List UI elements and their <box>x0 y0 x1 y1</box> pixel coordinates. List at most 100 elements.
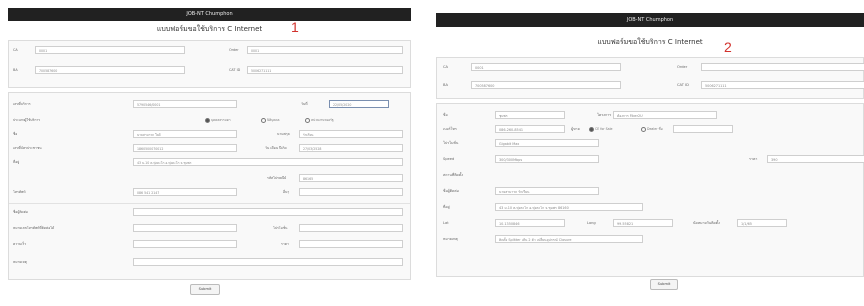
phone-field[interactable]: 086-260-8541 <box>495 125 565 133</box>
radio-ce-for-sale[interactable]: CE for Sale <box>589 125 612 133</box>
speed-field[interactable]: 300/300Mbps <box>495 155 599 163</box>
radio-dealer-label: Dealer ชื่อ <box>647 127 663 131</box>
form-title: แบบฟอร์มขอใช้บริการ C Internet <box>597 38 703 46</box>
note-field[interactable]: ติดตั้ง Splitter เส้น 2 ตัว เปลี่ยนอุปกร… <box>495 235 643 243</box>
appt-field[interactable]: 1/1/65 <box>737 219 787 227</box>
contact-field[interactable] <box>133 208 403 216</box>
radio-government-label: หน่วยงานของรัฐ <box>311 118 334 122</box>
address-label: ที่อยู่ <box>443 205 450 209</box>
lat-field[interactable]: 10.1350846 <box>495 219 565 227</box>
ba-label: BA <box>13 68 18 72</box>
catid-label: CAT ID <box>229 68 241 72</box>
phone-field[interactable]: 086 541 2147 <box>133 188 237 196</box>
note-field[interactable] <box>133 258 403 266</box>
submit-button[interactable]: Submit <box>650 279 678 290</box>
radio-dot-selected-icon <box>205 117 210 123</box>
contact-field[interactable]: นายสามารถ รักเรียน <box>495 187 599 195</box>
order-label: Order <box>677 65 688 69</box>
price-field[interactable]: 390 <box>767 155 864 163</box>
service-panel: ชื่อ ชุมพร โครงการ ต้องการ Fiber2U เบอร์… <box>436 103 864 277</box>
price-label: ราคา <box>281 242 289 246</box>
radio-dot-icon <box>305 117 310 123</box>
appt-label: นัดหมายวันติดตั้ง <box>693 221 720 225</box>
lat-label: Lat <box>443 221 449 225</box>
sales-label: ผู้ขาย <box>571 127 580 131</box>
ba-field[interactable]: 700587600 <box>35 66 185 74</box>
order-label: Order <box>229 48 239 52</box>
radio-juristic[interactable]: นิติบุคคล <box>261 116 280 124</box>
birthdate-field[interactable]: 27/03/2528 <box>299 144 403 152</box>
app-title: JOB-NT Chumphon <box>626 17 674 23</box>
ca-label: CA <box>13 48 18 52</box>
name-field[interactable]: ชุมพร <box>495 111 565 119</box>
contact-label: ชื่อผู้ติดต่อ <box>443 189 459 193</box>
submit-button[interactable]: Submit <box>190 284 220 295</box>
speed-label: ความเร็ว <box>13 242 27 246</box>
postcode-label: รหัสไปรษณีย์ <box>267 176 287 180</box>
speed-label: Speed <box>443 157 455 161</box>
radio-government[interactable]: หน่วยงานของรัฐ <box>305 116 334 124</box>
name-label: ชื่อ <box>13 132 18 136</box>
name-label: ชื่อ <box>443 113 448 117</box>
birthdate-label: วัน เดือน ปีเกิด <box>265 146 287 150</box>
name-field[interactable]: นายสามารถ ใจดี <box>133 130 237 138</box>
order-field[interactable] <box>701 63 864 71</box>
service-no-label: เลขที่บริการ <box>13 102 31 106</box>
dealer-name-field[interactable] <box>673 125 733 133</box>
speed-field[interactable] <box>133 240 237 248</box>
marker-number: 1 <box>291 19 299 35</box>
note-label: หมายเหตุ <box>13 260 27 264</box>
header-panel: CA 0001 Order BA 700587600 CAT ID 500627… <box>436 57 864 99</box>
date-field[interactable]: 22/05/2020 <box>329 100 389 108</box>
divider <box>9 203 410 204</box>
service-no-field[interactable]: 5790546/0001 <box>133 100 237 108</box>
long-field[interactable]: 99.55821 <box>613 219 673 227</box>
app-header-bar: JOB-NT Chumphon <box>8 8 411 21</box>
promo-field[interactable]: Gigabit Max <box>495 139 599 147</box>
app-title: JOB-NT Chumphon <box>186 11 233 17</box>
ca-field[interactable]: 0001 <box>35 46 185 54</box>
phone-label: โทรศัพท์ <box>13 190 26 194</box>
form-title-row: แบบฟอร์มขอใช้บริการ C Internet 1 <box>8 19 411 37</box>
catid-field[interactable]: 5006271111 <box>701 81 864 89</box>
other-field[interactable] <box>299 188 403 196</box>
project-label: โครงการ <box>597 113 612 117</box>
radio-ce-for-sale-label: CE for Sale <box>595 127 613 131</box>
form-screenshot-2: JOB-NT Chumphon แบบฟอร์มขอใช้บริการ C In… <box>436 13 864 305</box>
radio-dot-icon <box>641 126 646 132</box>
long-label: Long <box>587 221 596 225</box>
install-section-label: สถานที่ติดตั้ง <box>443 173 463 177</box>
contact-label: ชื่อผู้ติดต่อ <box>13 210 28 214</box>
ca-field[interactable]: 0001 <box>471 63 621 71</box>
order-field[interactable]: 0001 <box>247 46 403 54</box>
radio-juristic-label: นิติบุคคล <box>267 118 280 122</box>
surname-field[interactable]: รักเรียน <box>299 130 403 138</box>
radio-individual[interactable]: บุคคลธรรมดา <box>205 116 231 124</box>
radio-dealer[interactable]: Dealer ชื่อ <box>641 125 663 133</box>
idcard-label: เลขที่บัตรประชาชน <box>13 146 42 150</box>
price-field[interactable] <box>299 240 403 248</box>
address-field[interactable]: 43 ม.10 ต.ทุ่งตะโก อ.ทุ่งตะโก จ.ชุมพร <box>133 158 403 166</box>
date-label: วันที่ <box>301 102 308 106</box>
project-field[interactable]: ต้องการ Fiber2U <box>613 111 717 119</box>
package-field[interactable] <box>299 224 403 232</box>
radio-dot-selected-icon <box>589 126 594 132</box>
form-title: แบบฟอร์มขอใช้บริการ C Internet <box>156 25 263 33</box>
address-field[interactable]: 43 ม.10 ต.ทุ่งตะโก อ.ทุ่งตะโก จ.ชุมพร 86… <box>495 203 643 211</box>
surname-label: นามสกุล <box>277 132 290 136</box>
catid-field[interactable]: 5006271111 <box>247 66 403 74</box>
customer-type-label: ประเภทผู้ใช้บริการ <box>13 118 41 122</box>
form-title-row: แบบฟอร์มขอใช้บริการ C Internet 2 <box>436 27 864 55</box>
radio-individual-label: บุคคลธรรมดา <box>211 118 231 122</box>
contact-phone-field[interactable] <box>133 224 237 232</box>
package-label: โปรโมชั่น <box>273 226 288 230</box>
contact-phone-label: หมายเลขโทรศัพท์ที่ติดต่อได้ <box>13 226 55 230</box>
catid-label: CAT ID <box>677 83 689 87</box>
idcard-field[interactable]: 1860500070012 <box>133 144 237 152</box>
postcode-field[interactable]: 86165 <box>299 174 403 182</box>
ba-field[interactable]: 700587600 <box>471 81 621 89</box>
address-label: ที่อยู่ <box>13 160 20 164</box>
price-label: ราคา <box>749 157 758 161</box>
form-screenshot-1: JOB-NT Chumphon แบบฟอร์มขอใช้บริการ C In… <box>8 8 411 304</box>
other-label: อื่นๆ <box>283 190 290 194</box>
